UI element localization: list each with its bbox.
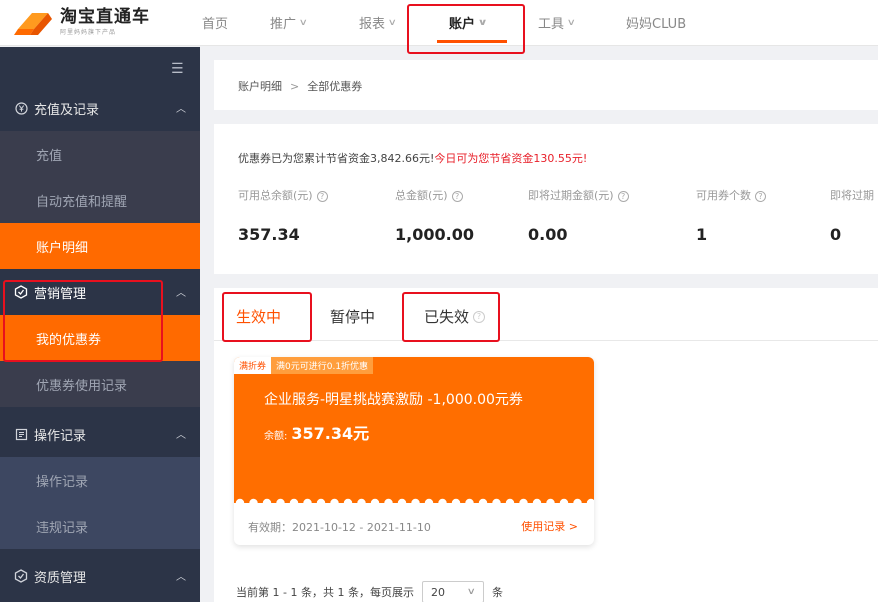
collapse-menu-icon[interactable]: ☰ xyxy=(171,61,184,77)
highlight-box-sidebar xyxy=(3,280,163,362)
nav-home[interactable]: 首页 xyxy=(202,13,228,32)
brand-logo-icon xyxy=(14,7,54,37)
coupon-title: 企业服务-明星挑战赛激励 -1,000.00元券 xyxy=(264,392,523,408)
perforation-dot xyxy=(235,498,245,505)
perforation-dot xyxy=(478,498,488,505)
perforation-dot xyxy=(519,498,528,505)
perforation-dot xyxy=(559,498,569,505)
highlight-box-tab-active xyxy=(222,292,312,342)
pagination: 当前第 1 - 1 条，共 1 条，每页展示 20 ∨ 条 xyxy=(236,581,503,602)
brand-subtitle: 阿里妈妈旗下产品 xyxy=(60,29,117,36)
sidebar-group-qualification[interactable]: 资质管理 ︿ xyxy=(0,553,200,599)
help-icon[interactable]: ? xyxy=(316,191,328,202)
page-size-select[interactable]: 20 ∨ xyxy=(421,581,484,602)
tab-paused-coupons[interactable]: 暂停中 xyxy=(330,306,375,327)
stat-total-amount: 总金额(元)? 1,000.00 xyxy=(395,189,474,244)
perforation-dot xyxy=(303,498,312,505)
highlight-box-tab-expired xyxy=(402,292,500,342)
perforation-dot xyxy=(465,498,474,505)
sidebar-item-operation-log[interactable]: 操作记录 xyxy=(0,457,200,503)
chevron-up-icon: ︿ xyxy=(176,572,186,583)
chevron-down-icon: ∨ xyxy=(566,17,576,28)
perforation-dot xyxy=(505,498,515,505)
sidebar-item-coupon-usage[interactable]: 优惠券使用记录 xyxy=(0,361,200,407)
brand-title: 淘宝直通车 xyxy=(60,7,150,27)
perforation-dot xyxy=(532,498,542,505)
nav-mama-club[interactable]: 妈妈CLUB xyxy=(626,13,686,32)
perforation-dot xyxy=(573,498,582,505)
stat-expiring-count: 即将过期 0 xyxy=(830,189,874,244)
coupon-validity: 有效期：2021-10-12 - 2021-11-10 xyxy=(248,521,431,534)
nav-tools[interactable]: 工具 ∨ xyxy=(538,13,576,32)
perforation-dot xyxy=(546,498,555,505)
perforation-dot xyxy=(357,498,366,505)
perforation-dot xyxy=(370,498,380,505)
chevron-up-icon: ︿ xyxy=(176,430,186,441)
savings-message: 优惠券已为您累计节省资金3,842.66元!今日可为您节省资金130.55元! xyxy=(238,152,588,165)
savings-today: 今日可为您节省资金130.55元! xyxy=(434,152,588,165)
sidebar-item-recharge[interactable]: 充值 xyxy=(0,131,200,177)
stat-available-count: 可用券个数? 1 xyxy=(696,187,766,244)
coupon-perforation xyxy=(235,498,594,505)
coupon-use-record-link[interactable]: 使用记录 > xyxy=(521,518,578,534)
breadcrumb-parent[interactable]: 账户明细 xyxy=(238,80,282,93)
record-icon xyxy=(14,427,28,441)
pagination-summary: 当前第 1 - 1 条，共 1 条，每页展示 xyxy=(236,586,414,599)
coupon-header: 满折券 满0元可进行0.1折优惠 企业服务-明星挑战赛激励 -1,000.00元… xyxy=(234,357,594,503)
breadcrumb: 账户明细 > 全部优惠券 xyxy=(238,78,362,94)
perforation-dot xyxy=(492,498,501,505)
perforation-dot xyxy=(411,498,420,505)
perforation-dot xyxy=(424,498,434,505)
help-icon[interactable]: ? xyxy=(755,191,766,202)
stat-available-balance: 可用总余额(元)? 357.34 xyxy=(238,187,328,244)
pagination-unit: 条 xyxy=(491,586,503,599)
chevron-down-icon: ∨ xyxy=(387,17,397,28)
sidebar-group-recharge[interactable]: 充值及记录 ︿ xyxy=(0,85,200,131)
tab-divider xyxy=(214,340,878,341)
chevron-up-icon: ︿ xyxy=(176,288,186,299)
perforation-dot xyxy=(397,498,407,505)
coupon-card[interactable]: 满折券 满0元可进行0.1折优惠 企业服务-明星挑战赛激励 -1,000.00元… xyxy=(234,357,594,545)
perforation-dot xyxy=(262,498,272,505)
sidebar-item-auto-recharge[interactable]: 自动充值和提醒 xyxy=(0,177,200,223)
coupon-type-tag: 满折券 xyxy=(234,357,272,374)
chevron-down-icon: ∨ xyxy=(298,17,308,28)
help-icon[interactable]: ? xyxy=(451,191,463,202)
sidebar-item-account-detail[interactable]: 账户明细 xyxy=(0,223,200,269)
perforation-dot xyxy=(276,498,285,505)
sidebar-group-operation[interactable]: 操作记录 ︿ xyxy=(0,411,200,457)
yen-icon xyxy=(14,101,28,115)
coupon-balance: 余额: 357.34元 xyxy=(264,424,370,443)
stat-expiring-amount: 即将过期金额(元)? 0.00 xyxy=(528,187,629,244)
perforation-dot xyxy=(451,498,461,505)
coupon-summary-card: 优惠券已为您累计节省资金3,842.66元!今日可为您节省资金130.55元! … xyxy=(214,124,878,274)
perforation-dot xyxy=(343,498,353,505)
perforation-dot xyxy=(586,498,594,505)
help-icon[interactable]: ? xyxy=(617,191,629,202)
breadcrumb-card: 账户明细 > 全部优惠券 xyxy=(214,60,878,110)
perforation-dot xyxy=(384,498,393,505)
perforation-dot xyxy=(249,498,258,505)
chevron-down-icon: ∨ xyxy=(467,587,477,597)
sidebar-item-violations[interactable]: 违规记录 xyxy=(0,503,200,549)
breadcrumb-separator: > xyxy=(290,80,300,93)
nav-reports[interactable]: 报表 ∨ xyxy=(359,13,397,32)
qualification-icon xyxy=(14,569,28,583)
breadcrumb-current: 全部优惠券 xyxy=(307,80,363,93)
brand-logo[interactable]: 淘宝直通车 阿里妈妈旗下产品 xyxy=(14,7,150,37)
perforation-dot xyxy=(330,498,339,505)
nav-promotion[interactable]: 推广 ∨ xyxy=(270,13,308,32)
perforation-dot xyxy=(316,498,326,505)
perforation-dot xyxy=(438,498,447,505)
coupon-rule-tag: 满0元可进行0.1折优惠 xyxy=(271,357,374,374)
highlight-box-nav xyxy=(407,4,525,54)
chevron-up-icon: ︿ xyxy=(176,104,186,115)
perforation-dot xyxy=(289,498,299,505)
